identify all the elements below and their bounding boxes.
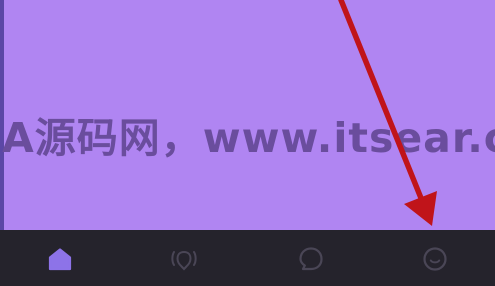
watermark-text: A源码网，www.itsear.co (2, 114, 495, 162)
content-area: A源码网，www.itsear.co (0, 0, 495, 230)
broadcast-icon (169, 244, 199, 274)
tab-messages[interactable] (294, 242, 328, 276)
chat-bubble-icon (296, 244, 326, 274)
tab-me[interactable] (418, 242, 452, 276)
tab-broadcast[interactable] (167, 242, 201, 276)
app-screen: A源码网，www.itsear.co (0, 0, 495, 286)
face-icon (420, 244, 450, 274)
home-icon (45, 244, 75, 274)
tab-home[interactable] (43, 242, 77, 276)
bottom-tab-bar (0, 230, 495, 286)
